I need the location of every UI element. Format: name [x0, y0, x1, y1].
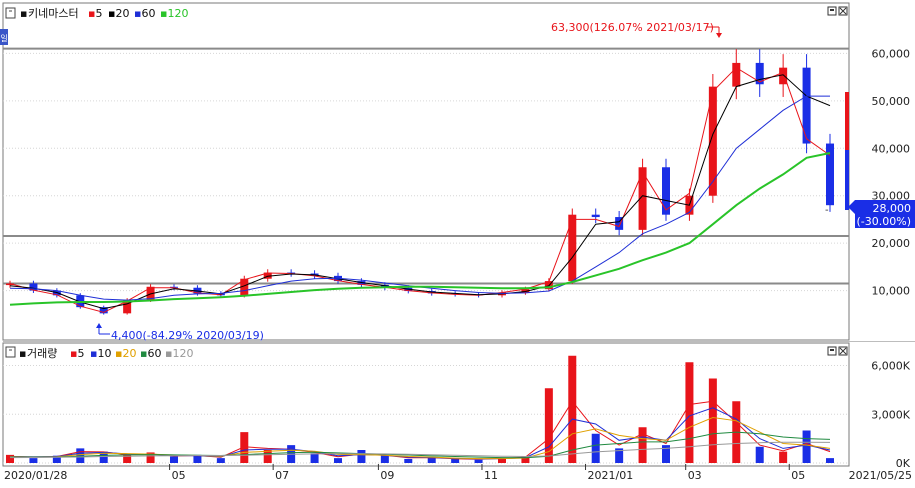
vol-ma-legend-10-label: 10 [97, 347, 111, 360]
maximize-icon-bar [830, 349, 834, 351]
volume-bar [380, 454, 389, 463]
volume-bar [29, 458, 38, 463]
vol-ma-legend-5[interactable]: ▪5 [70, 347, 84, 360]
stock-chart-svg: 10,00020,00030,00040,00050,00060,000 0K3… [0, 2, 915, 482]
legend-marker: ▪ [20, 7, 27, 20]
volume-bar [170, 456, 178, 463]
ma-legend-5-label: 5 [95, 7, 102, 20]
vol-ma-legend-60[interactable]: ▪60 [140, 347, 161, 360]
price-tick-label: 40,000 [872, 142, 911, 155]
ma-legend-20[interactable]: ▪20 [108, 7, 129, 20]
vol-ma-legend-120-label: 120 [172, 347, 193, 360]
vol-ma-legend-10[interactable]: ▪10 [90, 347, 111, 360]
volume-bar [591, 433, 600, 463]
current-price-value: 28,000 [873, 202, 912, 215]
volume-bar [779, 451, 788, 463]
ma-legend-20-label: 20 [115, 7, 129, 20]
volume-tick-label: 6,000K [871, 360, 910, 373]
projection-up-bar [845, 92, 849, 150]
vol-ma-legend-120-marker: ▪ [165, 347, 172, 360]
panel-toggle-icon[interactable] [5, 346, 16, 358]
volume-bar [334, 458, 342, 463]
date-axis: 05 07 09 11 2021/01 03 05 2020/01/28 2021/05/25 [4, 464, 912, 482]
ma-legend-60-label: 60 [141, 7, 155, 20]
vol-ma-legend-60-label: 60 [147, 347, 161, 360]
vol-ma-legend-60-marker: ▪ [140, 347, 147, 360]
volume-axis: 0K3,000K6,000K [871, 360, 910, 471]
volume-bar [404, 458, 413, 463]
volume-bar [357, 450, 366, 463]
ma-legend-120-label: 120 [167, 7, 188, 20]
vol-ma-legend-5-label: 5 [77, 347, 84, 360]
volume-legend: ▪ 거래량 ▪5 ▪10 ▪20 ▪60 ▪120 [5, 346, 193, 360]
volume-bar [755, 446, 764, 463]
volume-panel-frame [2, 342, 850, 467]
volume-bar [802, 430, 811, 463]
candle [732, 62, 741, 87]
vol-ma-legend-5-marker: ▪ [70, 347, 77, 360]
max-annotation-text: 63,300(126.07% 2021/03/17) [551, 21, 714, 34]
date-tick-label: 05 [172, 469, 186, 482]
stock-chart-window: 10,000 20,000 30,000 40,000 50,000 60,000 0K 3… [0, 0, 915, 484]
vol-ma-legend-10-marker: ▪ [90, 347, 97, 360]
price-tick-label: 20,000 [872, 237, 911, 250]
price-axis: 10,00020,00030,00040,00050,00060,000 [872, 47, 911, 297]
volume-bar [451, 458, 460, 463]
vol-ma-legend-20-label: 20 [122, 347, 136, 360]
date-tick-label: 03 [688, 469, 702, 482]
vol-ma-legend-120[interactable]: ▪120 [165, 347, 193, 360]
min-annotation-text: 4,400(-84.29% 2020/03/19) [111, 329, 264, 342]
volume-bar [310, 453, 319, 463]
date-tick-label: 05 [791, 469, 805, 482]
volume-bar [263, 450, 272, 463]
date-start-label: 2020/01/28 [4, 469, 67, 482]
maximize-icon-bar [830, 9, 834, 11]
volume-bar [216, 458, 225, 463]
ma-legend-20-marker: ▪ [108, 7, 115, 20]
volume-bar [826, 458, 834, 463]
panel-toggle-icon[interactable] [5, 7, 16, 19]
vol-ma-legend-20-marker: ▪ [115, 347, 122, 360]
ma-legend-5[interactable]: ▪5 [88, 7, 102, 20]
ma-legend-120[interactable]: ▪120 [160, 7, 188, 20]
stock-name-label: 키네마스터 [28, 7, 79, 20]
current-price-change: (-30.00%) [857, 215, 912, 228]
date-tick-label: 09 [380, 469, 394, 482]
price-tick-label: 50,000 [872, 95, 911, 108]
ma-legend-60-marker: ▪ [134, 7, 141, 20]
current-marker-dash: - [825, 205, 829, 216]
volume-bar [638, 427, 647, 463]
current-price-label: 28,000 (-30.00%) [848, 200, 915, 228]
price-legend: ▪ 키네마스터 ▪5 ▪20 ▪60 ▪120 [5, 7, 188, 20]
period-side-tab[interactable]: 일 [0, 29, 8, 45]
volume-bar [685, 362, 694, 463]
ma-legend-60[interactable]: ▪60 [134, 7, 155, 20]
ma-legend-120-marker: ▪ [160, 7, 167, 20]
date-tick-label: 11 [484, 469, 498, 482]
date-tick-label: 2021/01 [588, 469, 634, 482]
price-tick-label: 60,000 [872, 47, 911, 60]
price-tick-label: 10,000 [872, 285, 911, 298]
projection-down-bar [845, 150, 849, 210]
date-tick-label: 07 [275, 469, 289, 482]
volume-bar [568, 355, 577, 463]
candle [568, 214, 577, 282]
volume-legend-marker: ▪ [19, 347, 26, 360]
date-end-label: 2021/05/25 [849, 469, 912, 482]
volume-bar [708, 378, 717, 463]
vol-ma-legend-20[interactable]: ▪20 [115, 347, 136, 360]
candle [591, 214, 600, 218]
volume-bar [474, 459, 483, 463]
ma-legend-5-marker: ▪ [88, 7, 95, 20]
volume-tick-label: 3,000K [871, 408, 910, 421]
volume-label: 거래량 [27, 347, 57, 360]
period-side-tab-label: 일 [0, 34, 7, 43]
